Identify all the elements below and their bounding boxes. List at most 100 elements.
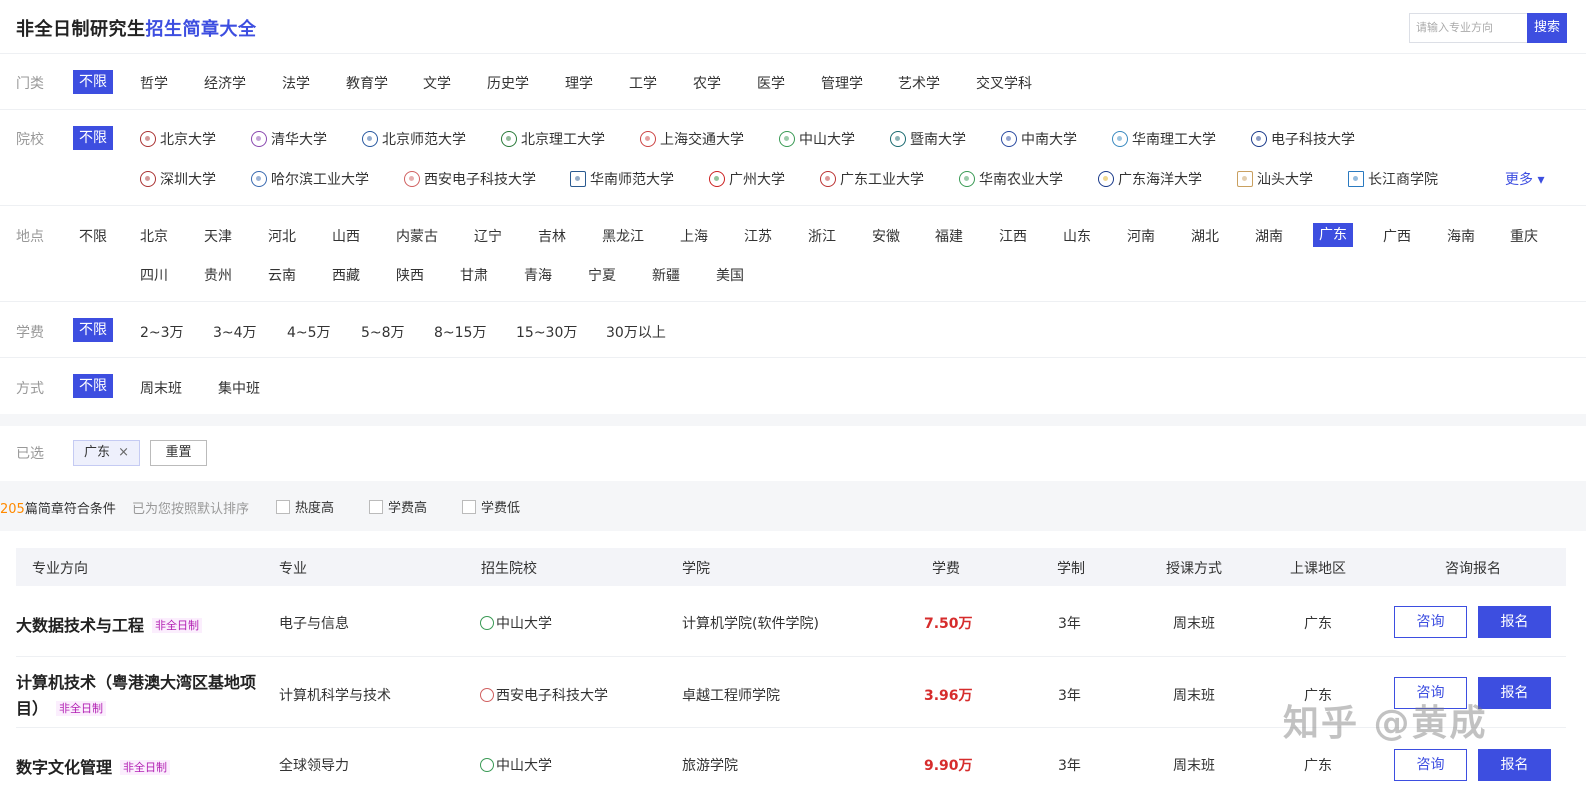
tuition-option[interactable]: 不限	[73, 318, 113, 342]
location-option[interactable]: 广西	[1383, 226, 1411, 246]
sort-checkbox-fee-high[interactable]: 学费高	[369, 497, 427, 516]
tuition-option[interactable]: 3~4万	[213, 322, 257, 342]
location-option[interactable]: 辽宁	[474, 226, 502, 246]
selected-chip[interactable]: 广东 ×	[73, 440, 140, 466]
school-option[interactable]: 暨南大学	[890, 129, 966, 149]
location-option[interactable]: 江西	[999, 226, 1027, 246]
school-option[interactable]: 北京大学	[140, 129, 216, 149]
consult-button[interactable]: 咨询	[1394, 749, 1467, 781]
school-more-button[interactable]: 更多 ▾	[1505, 169, 1544, 189]
school-option[interactable]: 上海交通大学	[640, 129, 744, 149]
school-logo-icon	[251, 131, 267, 147]
category-option[interactable]: 艺术学	[898, 73, 940, 93]
location-option[interactable]: 西藏	[332, 265, 360, 285]
school-option[interactable]: 广东海洋大学	[1098, 169, 1202, 189]
apply-button[interactable]: 报名	[1478, 677, 1551, 709]
school-option-any[interactable]: 不限	[73, 126, 113, 150]
category-option[interactable]: 医学	[757, 73, 785, 93]
location-option[interactable]: 福建	[935, 226, 963, 246]
school-option[interactable]: 深圳大学	[140, 169, 216, 189]
category-option[interactable]: 不限	[73, 70, 113, 94]
location-option[interactable]: 天津	[204, 226, 232, 246]
school-option[interactable]: 北京理工大学	[501, 129, 605, 149]
location-option[interactable]: 湖南	[1255, 226, 1283, 246]
location-option[interactable]: 北京	[140, 226, 168, 246]
location-option[interactable]: 内蒙古	[396, 226, 438, 246]
location-option[interactable]: 云南	[268, 265, 296, 285]
location-option[interactable]: 海南	[1447, 226, 1475, 246]
school-option[interactable]: 广州大学	[709, 169, 785, 189]
location-option[interactable]: 河南	[1127, 226, 1155, 246]
location-option[interactable]: 贵州	[204, 265, 232, 285]
location-option[interactable]: 四川	[140, 265, 168, 285]
category-option[interactable]: 交叉学科	[976, 73, 1032, 93]
category-option[interactable]: 农学	[693, 73, 721, 93]
location-option[interactable]: 黑龙江	[602, 226, 644, 246]
location-option[interactable]: 浙江	[808, 226, 836, 246]
search-input[interactable]: 请输入专业方向	[1409, 13, 1527, 43]
program-name[interactable]: 数字文化管理 非全日制	[16, 754, 171, 778]
program-name[interactable]: 计算机技术（粤港澳大湾区基地项 目） 非全日制	[16, 670, 266, 722]
location-option[interactable]: 河北	[268, 226, 296, 246]
location-option[interactable]: 安徽	[872, 226, 900, 246]
consult-button[interactable]: 咨询	[1394, 606, 1467, 638]
school-option[interactable]: 华南农业大学	[959, 169, 1063, 189]
school-option[interactable]: 中山大学	[779, 129, 855, 149]
close-icon[interactable]: ×	[118, 441, 129, 465]
category-option[interactable]: 理学	[565, 73, 593, 93]
school-option[interactable]: 广东工业大学	[820, 169, 924, 189]
location-option[interactable]: 新疆	[652, 265, 680, 285]
school-option[interactable]: 清华大学	[251, 129, 327, 149]
school-option[interactable]: 电子科技大学	[1251, 129, 1355, 149]
school-option[interactable]: 长江商学院	[1348, 169, 1438, 189]
category-option[interactable]: 工学	[629, 73, 657, 93]
category-option[interactable]: 哲学	[140, 73, 168, 93]
tuition-option[interactable]: 8~15万	[434, 322, 486, 342]
tuition-option[interactable]: 5~8万	[361, 322, 405, 342]
program-name[interactable]: 大数据技术与工程 非全日制	[16, 612, 203, 636]
tuition-option[interactable]: 2~3万	[140, 322, 184, 342]
location-option[interactable]: 山东	[1063, 226, 1091, 246]
school-cell[interactable]: 西安电子科技大学	[480, 685, 608, 705]
location-option-selected[interactable]: 广东	[1313, 223, 1353, 247]
location-option[interactable]: 吉林	[538, 226, 566, 246]
category-option[interactable]: 经济学	[204, 73, 246, 93]
location-option[interactable]: 甘肃	[460, 265, 488, 285]
tuition-option[interactable]: 15~30万	[516, 322, 577, 342]
location-option[interactable]: 重庆	[1510, 226, 1538, 246]
mode-option[interactable]: 不限	[73, 374, 113, 398]
location-option[interactable]: 山西	[332, 226, 360, 246]
tuition-option[interactable]: 30万以上	[606, 322, 666, 342]
school-option[interactable]: 华南师范大学	[570, 169, 674, 189]
tuition-option[interactable]: 4~5万	[287, 322, 331, 342]
location-option[interactable]: 湖北	[1191, 226, 1219, 246]
mode-option[interactable]: 周末班	[140, 378, 182, 398]
reset-button[interactable]: 重置	[150, 440, 207, 466]
school-option[interactable]: 汕头大学	[1237, 169, 1313, 189]
location-option[interactable]: 不限	[79, 226, 107, 246]
school-cell[interactable]: 中山大学	[480, 755, 552, 775]
location-option[interactable]: 江苏	[744, 226, 772, 246]
location-option[interactable]: 美国	[716, 265, 744, 285]
school-option[interactable]: 中南大学	[1001, 129, 1077, 149]
school-cell[interactable]: 中山大学	[480, 613, 552, 633]
location-option[interactable]: 宁夏	[588, 265, 616, 285]
category-option[interactable]: 文学	[423, 73, 451, 93]
location-option[interactable]: 陕西	[396, 265, 424, 285]
school-option[interactable]: 哈尔滨工业大学	[251, 169, 369, 189]
category-option[interactable]: 法学	[282, 73, 310, 93]
category-option[interactable]: 管理学	[821, 73, 863, 93]
apply-button[interactable]: 报名	[1478, 606, 1551, 638]
location-option[interactable]: 青海	[524, 265, 552, 285]
apply-button[interactable]: 报名	[1478, 749, 1551, 781]
category-option[interactable]: 历史学	[487, 73, 529, 93]
search-button[interactable]: 搜索	[1527, 13, 1567, 43]
sort-checkbox-hot[interactable]: 热度高	[276, 497, 334, 516]
school-option[interactable]: 西安电子科技大学	[404, 169, 536, 189]
school-option[interactable]: 华南理工大学	[1112, 129, 1216, 149]
school-option[interactable]: 北京师范大学	[362, 129, 466, 149]
mode-option[interactable]: 集中班	[218, 378, 260, 398]
sort-checkbox-fee-low[interactable]: 学费低	[462, 497, 520, 516]
location-option[interactable]: 上海	[680, 226, 708, 246]
category-option[interactable]: 教育学	[346, 73, 388, 93]
